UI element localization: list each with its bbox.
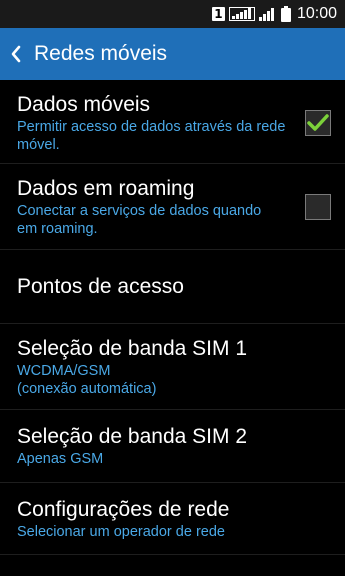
settings-list: Dados móveis Permitir acesso de dados at… bbox=[0, 80, 345, 555]
item-text: Configurações de rede Selecionar um oper… bbox=[17, 497, 229, 541]
item-text: Dados em roaming Conectar a serviços de … bbox=[17, 176, 267, 238]
checkmark-icon bbox=[307, 113, 329, 131]
item-subtitle: Apenas GSM bbox=[17, 451, 104, 467]
list-item-band-sim1[interactable]: Seleção de banda SIM 1 WCDMA/GSM (conexã… bbox=[0, 324, 345, 410]
page-title[interactable]: Redes móveis bbox=[34, 42, 167, 66]
list-item-mobile-data[interactable]: Dados móveis Permitir acesso de dados at… bbox=[0, 80, 345, 164]
list-item-band-sim2[interactable]: Seleção de banda SIM 2 Apenas GSM bbox=[0, 410, 345, 483]
list-item-data-roaming[interactable]: Dados em roaming Conectar a serviços de … bbox=[0, 164, 345, 250]
sim1-badge-icon: 1 bbox=[211, 7, 225, 21]
signal-sim2-icon bbox=[258, 7, 277, 21]
mobile-data-checkbox[interactable] bbox=[305, 109, 331, 136]
item-text: Pontos de acesso bbox=[17, 274, 184, 300]
list-item-access-points[interactable]: Pontos de acesso bbox=[0, 250, 345, 324]
list-item-network-settings[interactable]: Configurações de rede Selecionar um oper… bbox=[0, 483, 345, 555]
chevron-left-icon[interactable] bbox=[10, 44, 24, 64]
item-title: Pontos de acesso bbox=[17, 274, 184, 298]
item-text: Dados móveis Permitir acesso de dados at… bbox=[17, 92, 297, 154]
item-text: Seleção de banda SIM 2 Apenas GSM bbox=[17, 424, 247, 468]
item-title: Dados em roaming bbox=[17, 176, 195, 200]
item-title: Dados móveis bbox=[17, 92, 151, 116]
clock: 10:00 bbox=[296, 5, 337, 22]
item-title: Configurações de rede bbox=[17, 497, 230, 521]
item-title: Seleção de banda SIM 2 bbox=[17, 425, 247, 448]
signal-sim1-icon bbox=[228, 7, 255, 21]
status-bar: 1 10:00 bbox=[0, 0, 345, 28]
item-title: Seleção de banda SIM 1 bbox=[17, 336, 247, 360]
item-subtitle: Conectar a serviços de dados quando em r… bbox=[17, 202, 262, 237]
item-subtitle: WCDMA/GSM (conexão automática) bbox=[17, 362, 157, 397]
item-text: Seleção de banda SIM 1 WCDMA/GSM (conexã… bbox=[17, 336, 247, 398]
action-bar: Redes móveis bbox=[0, 28, 345, 80]
screen: 1 10:00 Redes móveis Dados móveis Permit… bbox=[0, 0, 345, 576]
item-subtitle: Selecionar um operador de rede bbox=[17, 523, 225, 540]
battery-icon bbox=[280, 6, 291, 22]
data-roaming-checkbox[interactable] bbox=[305, 193, 331, 220]
item-subtitle: Permitir acesso de dados através da rede… bbox=[17, 118, 286, 153]
